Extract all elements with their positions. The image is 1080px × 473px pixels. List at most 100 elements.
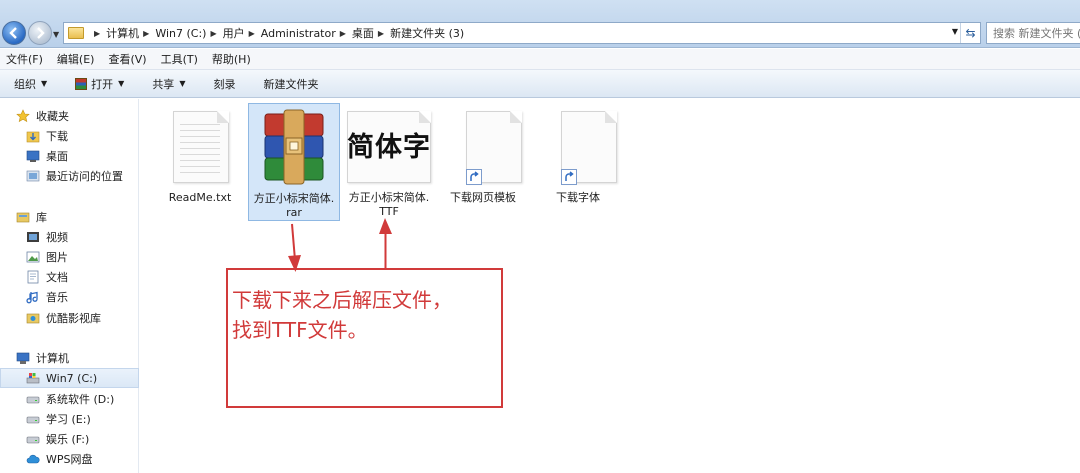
- search-box[interactable]: [986, 22, 1080, 44]
- breadcrumb: ▶ 计算机 ▶ Win7 (C:) ▶ 用户 ▶ Administrator ▶…: [90, 25, 464, 41]
- sidebar-item-pictures[interactable]: 图片: [0, 247, 139, 267]
- shortcut-arrow-icon: [466, 169, 482, 185]
- breadcrumb-drive[interactable]: Win7 (C:): [155, 27, 206, 40]
- file-name: 下载字体: [556, 191, 600, 204]
- drive-icon: [26, 392, 40, 406]
- sidebar-item-computer[interactable]: 计算机: [0, 348, 139, 368]
- sidebar-item-favorites[interactable]: 收藏夹: [0, 106, 139, 126]
- menu-bar: 文件(F) 编辑(E) 查看(V) 工具(T) 帮助(H): [0, 49, 1080, 70]
- address-dropdown-icon[interactable]: ▼: [952, 27, 958, 36]
- sidebar-item-label: 娱乐 (F:): [46, 433, 90, 446]
- menu-file[interactable]: 文件(F): [6, 51, 43, 67]
- computer-icon: [16, 351, 30, 365]
- download-folder-icon: [26, 129, 40, 143]
- organize-button[interactable]: 组织 ▼: [14, 76, 47, 92]
- file-template-shortcut[interactable]: 下载网页模板: [437, 107, 529, 205]
- new-folder-button[interactable]: 新建文件夹: [263, 76, 318, 92]
- organize-label: 组织: [14, 77, 36, 91]
- sidebar-item-videos[interactable]: 视频: [0, 227, 139, 247]
- file-name: 方正小标宋简体. TTF: [343, 191, 435, 219]
- library-icon: [16, 210, 30, 224]
- font-preview: 简体字: [347, 132, 431, 163]
- back-button[interactable]: [2, 21, 26, 45]
- file-name-line2: rar: [286, 206, 302, 219]
- forward-button[interactable]: [28, 21, 52, 45]
- file-readme[interactable]: ReadMe.txt: [154, 107, 246, 205]
- title-address-area: ▼ ▶ 计算机 ▶ Win7 (C:) ▶ 用户 ▶ Administrator…: [0, 0, 1080, 48]
- sidebar-item-documents[interactable]: 文档: [0, 267, 139, 287]
- menu-view[interactable]: 查看(V): [108, 51, 146, 67]
- breadcrumb-computer[interactable]: 计算机: [106, 25, 139, 41]
- sidebar-item-label: 图片: [46, 251, 68, 264]
- sidebar-item-label: 学习 (E:): [46, 413, 91, 426]
- address-bar[interactable]: ▶ 计算机 ▶ Win7 (C:) ▶ 用户 ▶ Administrator ▶…: [63, 22, 981, 44]
- sidebar-item-label: 视频: [46, 231, 68, 244]
- chevron-right-icon[interactable]: ▶: [340, 29, 346, 38]
- chevron-right-icon[interactable]: ▶: [143, 29, 149, 38]
- annotation-arrow-up: [379, 218, 392, 270]
- chevron-right-icon[interactable]: ▶: [378, 29, 384, 38]
- sidebar-item-libraries[interactable]: 库: [0, 207, 139, 227]
- burn-button[interactable]: 刻录: [213, 76, 235, 92]
- file-name: ReadMe.txt: [168, 191, 232, 204]
- file-rar[interactable]: 方正小标宋简体. rar: [248, 103, 340, 221]
- share-label: 共享: [152, 77, 175, 91]
- file-ttf[interactable]: 简体字 方正小标宋简体. TTF: [343, 107, 435, 219]
- drive-icon: [26, 432, 40, 446]
- menu-edit[interactable]: 编辑(E): [57, 51, 95, 67]
- page-shape: [173, 111, 229, 183]
- breadcrumb-administrator[interactable]: Administrator: [261, 27, 336, 40]
- winrar-archive-icon: [259, 108, 329, 186]
- annotation-text: 下载下来之后解压文件， 找到TTF文件。: [232, 285, 500, 345]
- file-name: 下载网页模板: [450, 191, 516, 204]
- font-file-icon: 简体字: [344, 107, 434, 185]
- sidebar-item-label: 计算机: [36, 352, 69, 365]
- sidebar-item-recent[interactable]: 最近访问的位置: [0, 166, 139, 186]
- sidebar-item-label: WPS网盘: [46, 453, 93, 466]
- menu-help[interactable]: 帮助(H): [212, 51, 251, 67]
- recent-pages-dropdown[interactable]: ▼: [53, 30, 59, 39]
- burn-label: 刻录: [213, 77, 236, 91]
- chevron-down-icon: ▼: [41, 79, 48, 88]
- breadcrumb-users[interactable]: 用户: [223, 25, 245, 41]
- chevron-right-icon: ▶: [94, 28, 101, 38]
- file-name-line1: 方正小标宋简体.: [253, 192, 335, 205]
- chevron-right-icon[interactable]: ▶: [210, 29, 216, 38]
- search-input[interactable]: [987, 23, 1080, 43]
- breadcrumb-desktop[interactable]: 桌面: [352, 25, 374, 41]
- command-bar: 组织 ▼ 打开 ▼ 共享 ▼ 刻录 新建文件夹: [0, 70, 1080, 98]
- chevron-right-icon[interactable]: ▶: [249, 29, 255, 38]
- pictures-icon: [26, 250, 40, 264]
- breadcrumb-current-folder[interactable]: 新建文件夹 (3): [390, 25, 464, 41]
- new-folder-label: 新建文件夹: [263, 77, 319, 91]
- sidebar-item-label: 桌面: [46, 150, 68, 163]
- share-button[interactable]: 共享 ▼: [152, 76, 185, 92]
- sidebar-item-downloads[interactable]: 下载: [0, 126, 139, 146]
- sidebar-item-desktop[interactable]: 桌面: [0, 146, 139, 166]
- menu-tools[interactable]: 工具(T): [161, 51, 198, 67]
- arrow-right-icon: [37, 27, 45, 39]
- sidebar-item-label: 优酷影视库: [46, 312, 101, 325]
- file-font-shortcut[interactable]: 下载字体: [532, 107, 624, 205]
- sidebar-item-drive-c[interactable]: Win7 (C:): [0, 368, 139, 388]
- annotation-arrow-down: [288, 223, 301, 272]
- sidebar-item-drive-d[interactable]: 系统软件 (D:): [0, 389, 139, 409]
- open-button[interactable]: 打开 ▼: [75, 76, 124, 92]
- annotation-line2: 找到TTF文件。: [232, 318, 368, 342]
- sidebar-item-label: 最近访问的位置: [46, 170, 123, 183]
- drive-icon: [26, 412, 40, 426]
- file-name: 方正小标宋简体. rar: [248, 192, 340, 220]
- refresh-button[interactable]: ⇆: [960, 23, 980, 43]
- sidebar-item-drive-f[interactable]: 娱乐 (F:): [0, 429, 139, 449]
- shortcut-file-icon: [543, 107, 617, 185]
- sidebar-item-wps[interactable]: WPS网盘: [0, 449, 139, 469]
- star-icon: [16, 109, 30, 123]
- sidebar-item-music[interactable]: 音乐: [0, 287, 139, 307]
- recent-places-icon: [26, 169, 40, 183]
- sidebar-item-label: 系统软件 (D:): [46, 393, 115, 406]
- sidebar-item-youku[interactable]: 优酷影视库: [0, 308, 139, 328]
- sidebar-item-drive-e[interactable]: 学习 (E:): [0, 409, 139, 429]
- chevron-down-icon: ▼: [118, 79, 125, 88]
- winrar-icon: [75, 77, 88, 90]
- navigation-pane: 收藏夹 下载 桌面 最近访问的位置 库 视频 图片 文档 音乐 优酷影视库 计算…: [0, 99, 139, 473]
